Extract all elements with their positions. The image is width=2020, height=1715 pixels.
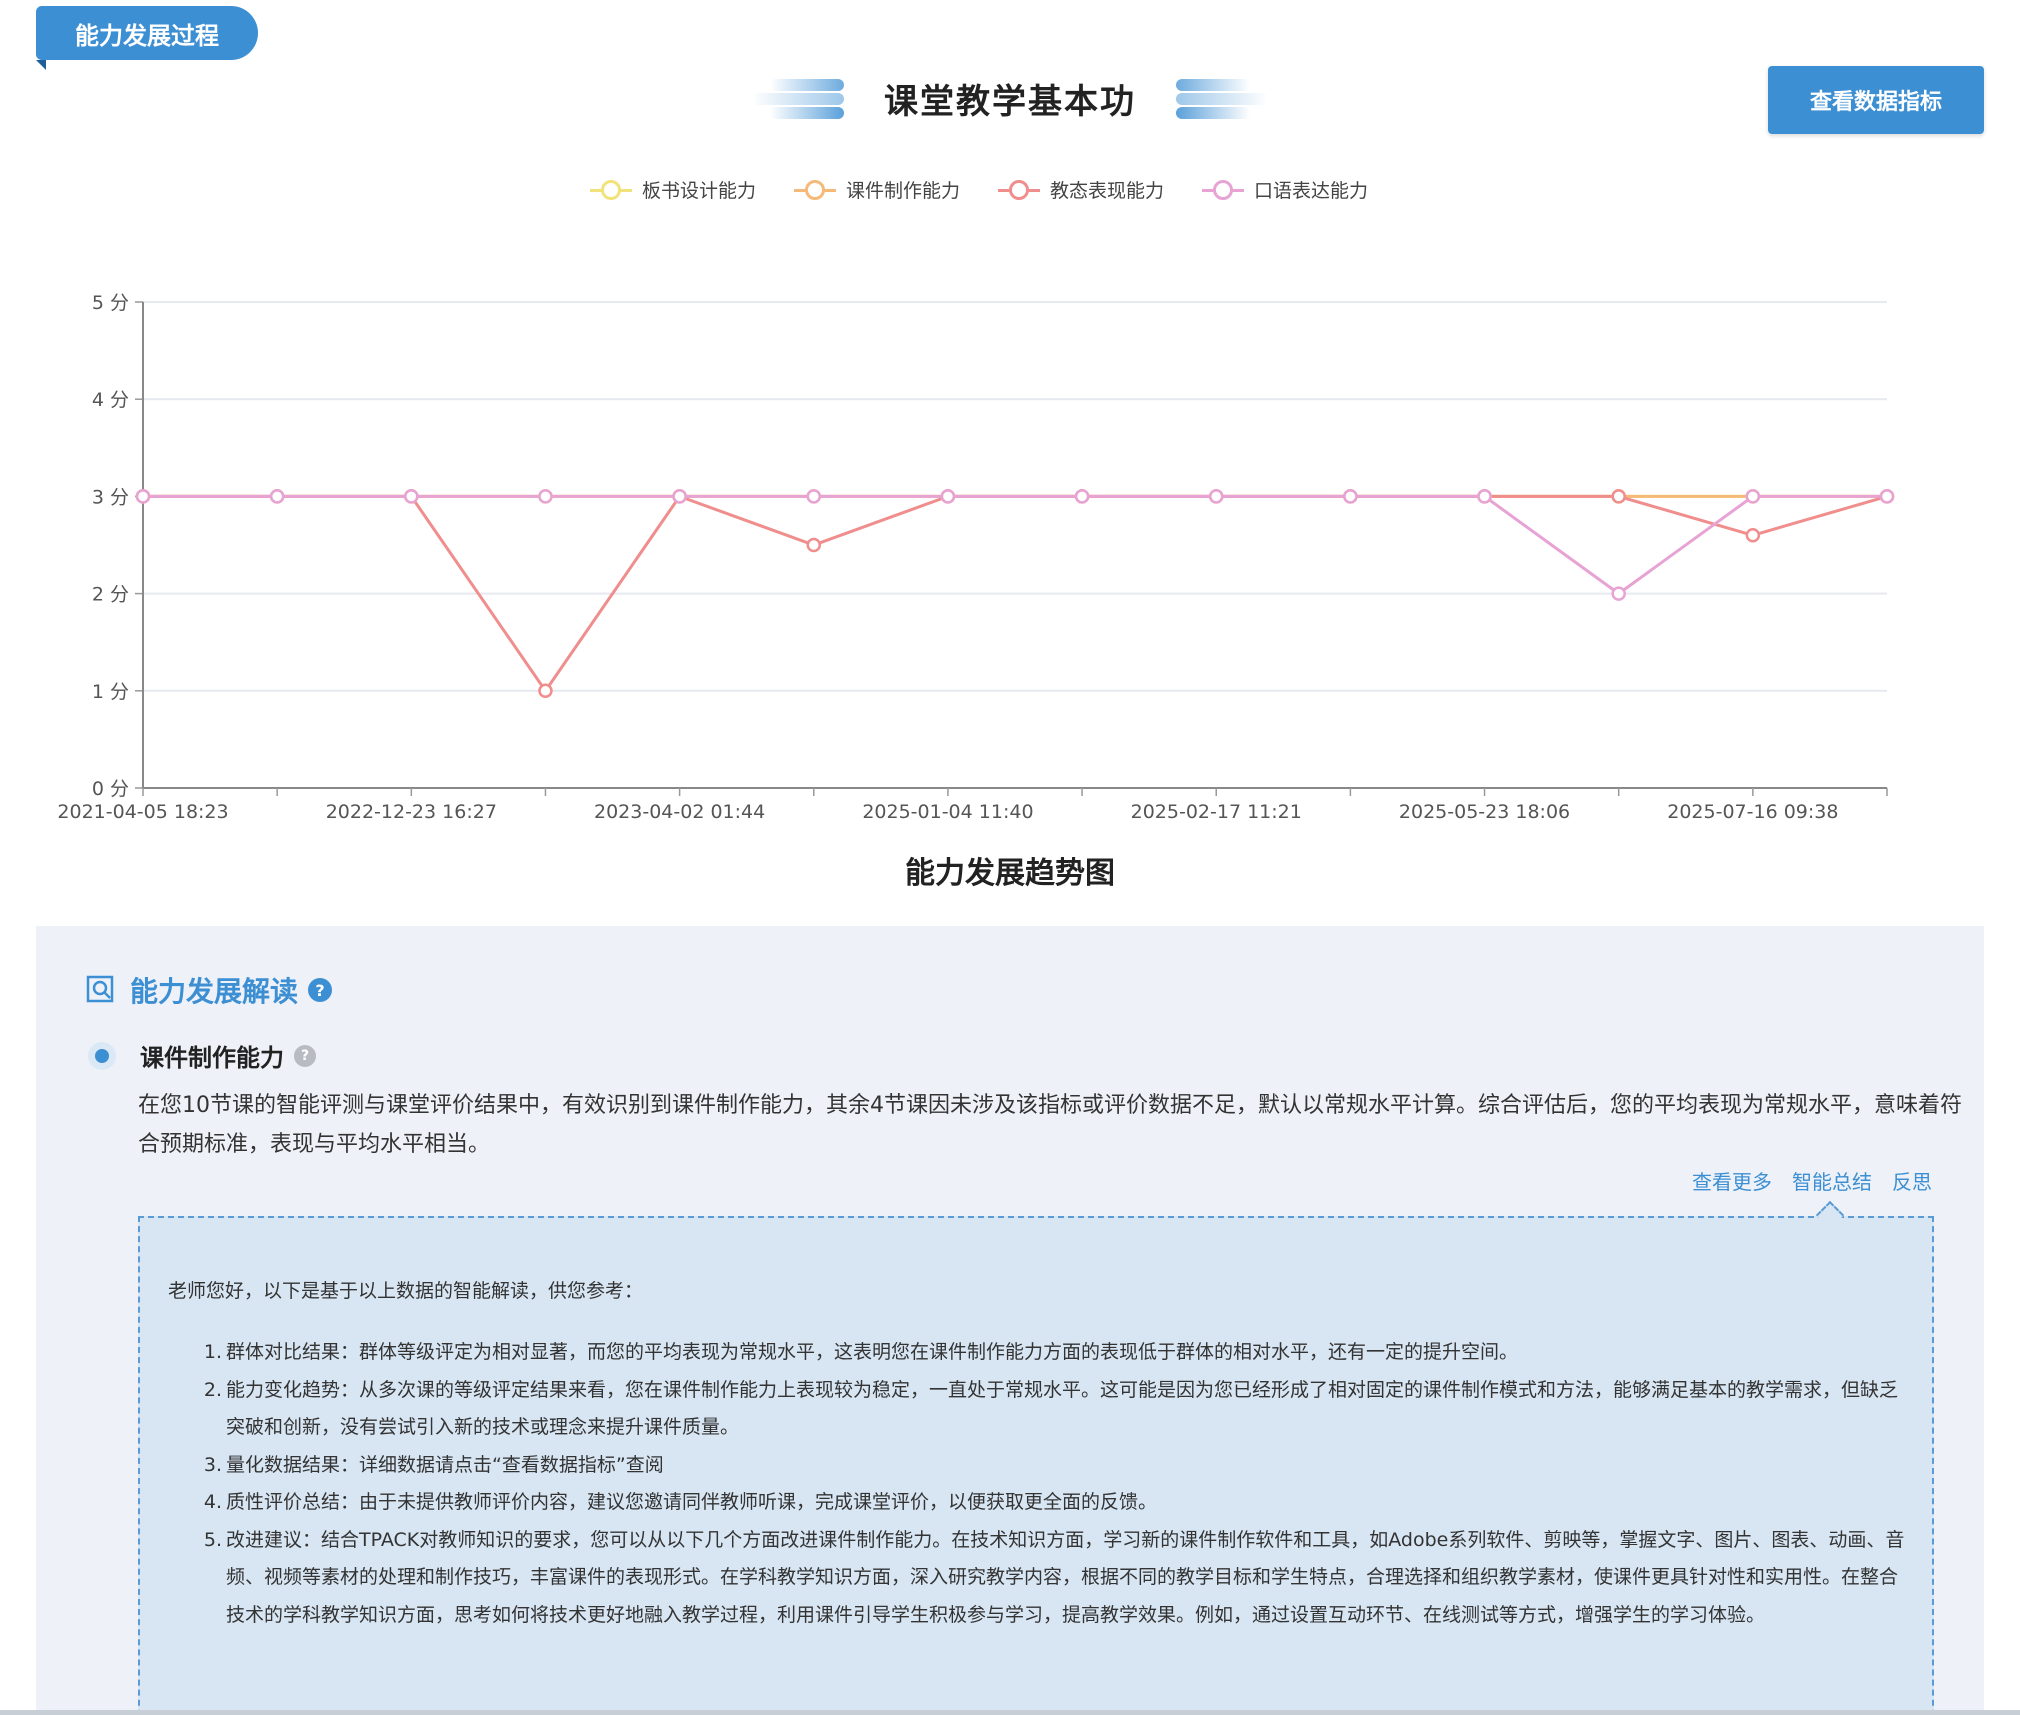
list-item: 1. 群体对比结果：群体等级评定为相对显著，而您的平均表现为常规水平，这表明您在课… [168, 1334, 1910, 1372]
legend-label: 课件制作能力 [846, 180, 961, 202]
data-point-4 [1208, 489, 1224, 504]
y-tick-label: 1 分 [92, 681, 129, 703]
data-point-4 [135, 489, 151, 504]
trend-chart: 0 分 1 分 2 分 3 分 4 分 5 分 2021-04-05 18:23 2022-1… [57, 292, 1895, 823]
title-decoration-left-icon [752, 75, 844, 121]
analysis-title: 能力发展解读 [130, 975, 299, 1008]
legend-item-oral[interactable]: 口语表达能力 [1202, 176, 1368, 203]
legend-item-courseware[interactable]: 课件制作能力 [794, 176, 960, 203]
legend-label: 板书设计能力 [642, 180, 757, 202]
list-item-text: 质性评价总结：由于未提供教师评价内容，建议您邀请同伴教师听课，完成课堂评价，以便… [226, 1491, 1158, 1513]
x-tick-label: 2022-12-23 16:27 [326, 801, 497, 823]
series-line-4 [143, 494, 1887, 596]
chart-legend: 板书设计能力 课件制作能力 教态表现能力 口语表达能力 [590, 176, 1406, 203]
list-item: 5. 改进建议：结合TPACK对教师知识的要求，您可以从以下几个方面改进课件制作能… [168, 1522, 1910, 1635]
list-item-number: 2. [203, 1378, 222, 1401]
summary-intro: 老师您好，以下是基于以上数据的智能解读，供您参考： [168, 1280, 644, 1302]
list-item-text: 量化数据结果：详细数据请点击“查看数据指标”查阅 [226, 1453, 664, 1476]
list-item: 3. 量化数据结果：详细数据请点击“查看数据指标”查阅 [168, 1447, 1910, 1485]
data-point-3 [538, 683, 553, 699]
ability-title: 课件制作能力 [140, 1044, 284, 1072]
ability-description: 在您10节课的智能评测与课堂评价结果中，有效识别到课件制作能力，其余4节课因未涉… [138, 1093, 1962, 1157]
legend-item-board-design[interactable]: 板书设计能力 [590, 176, 756, 203]
x-tick-label: 2025-05-23 18:06 [1399, 801, 1570, 823]
summary-list: 1. 群体对比结果：群体等级评定为相对显著，而您的平均表现为常规水平，这表明您在课… [168, 1334, 1910, 1634]
list-item-number: 1. [203, 1341, 222, 1363]
view-more-link[interactable]: 查看更多 [1692, 1166, 1772, 1195]
data-point-4 [1074, 489, 1090, 504]
data-point-3 [1611, 489, 1626, 504]
data-point-3 [1745, 528, 1761, 543]
list-item-text: 群体对比结果：群体等级评定为相对显著，而您的平均表现为常规水平，这表明您在课件制… [226, 1341, 1519, 1363]
list-item-number: 3. [203, 1453, 222, 1476]
legend-marker-icon [998, 179, 1041, 201]
y-tick-label: 2 分 [92, 584, 129, 606]
legend-marker-icon [1202, 179, 1245, 201]
legend-marker-icon [590, 179, 632, 201]
list-item-text: 改进建议：结合TPACK对教师知识的要求，您可以从以下几个方面改进课件制作能力。… [226, 1528, 1905, 1626]
section-tag-fold [36, 60, 46, 70]
title-decoration-right-icon [1176, 75, 1268, 121]
x-tick-label: 2021-04-05 18:23 [57, 801, 228, 823]
data-point-4 [1745, 489, 1761, 504]
list-item: 2. 能力变化趋势：从多次课的等级评定结果来看，您在课件制作能力上表现较为稳定，一… [168, 1372, 1910, 1447]
legend-label: 教态表现能力 [1050, 180, 1165, 202]
action-links: 查看更多 智能总结 反思 [1672, 1166, 1932, 1195]
data-point-4 [672, 489, 687, 504]
bottom-scroll-edge [0, 1710, 2020, 1715]
ability-help-icon[interactable]: ? [294, 1044, 316, 1067]
data-point-4 [538, 489, 553, 504]
list-item-text: 能力变化趋势：从多次课的等级评定结果来看，您在课件制作能力上表现较为稳定，一直处… [226, 1378, 1899, 1439]
data-point-4 [269, 489, 285, 504]
data-point-4 [1477, 489, 1492, 504]
legend-item-demeanor[interactable]: 教态表现能力 [998, 176, 1164, 203]
data-point-4 [940, 489, 956, 504]
data-point-4 [806, 489, 822, 504]
x-tick-label: 2023-04-02 01:44 [594, 801, 765, 823]
data-point-4 [1879, 489, 1895, 504]
x-tick-label: 2025-02-17 11:21 [1131, 801, 1302, 823]
legend-marker-icon [794, 179, 837, 201]
y-tick-label: 0 分 [92, 778, 129, 800]
analysis-header: 能力发展解读 ? [86, 970, 333, 1010]
help-icon[interactable]: ? [308, 978, 333, 1002]
x-tick-label: 2025-01-04 11:40 [862, 801, 1033, 823]
data-point-4 [1611, 586, 1626, 601]
analysis-panel: 能力发展解读 ? 课件制作能力 ? 在您10节课的智能评测与课堂评价结果中，有效… [36, 926, 1984, 1715]
analysis-icon [86, 975, 114, 1003]
data-point-3 [806, 537, 822, 553]
reflection-link[interactable]: 反思 [1892, 1166, 1932, 1195]
y-tick-label: 4 分 [92, 389, 129, 411]
list-item-number: 4. [203, 1491, 222, 1513]
x-tick-label: 2025-07-16 09:38 [1667, 801, 1838, 823]
y-tick-label: 5 分 [92, 292, 129, 314]
list-item: 4. 质性评价总结：由于未提供教师评价内容，建议您邀请同伴教师听课，完成课堂评价，… [168, 1484, 1910, 1522]
legend-label: 口语表达能力 [1254, 180, 1369, 202]
smart-summary-link[interactable]: 智能总结 [1792, 1166, 1872, 1195]
smart-summary-box: 老师您好，以下是基于以上数据的智能解读，供您参考： 1. 群体对比结果：群体等级评… [138, 1216, 1934, 1715]
list-item-number: 5. [203, 1528, 222, 1551]
bullet-dot-icon [88, 1041, 116, 1070]
view-data-button[interactable]: 查看数据指标 [1768, 66, 1984, 134]
data-point-4 [1343, 489, 1358, 504]
section-tag: 能力发展过程 [36, 6, 258, 60]
data-point-4 [404, 489, 419, 504]
page-title: 课堂教学基本功 [884, 81, 1136, 122]
y-tick-label: 3 分 [92, 486, 129, 508]
title-area: 课堂教学基本功 [740, 70, 1280, 126]
chart-caption: 能力发展趋势图 [905, 856, 1115, 891]
ability-header: 课件制作能力 ? [88, 1038, 316, 1073]
